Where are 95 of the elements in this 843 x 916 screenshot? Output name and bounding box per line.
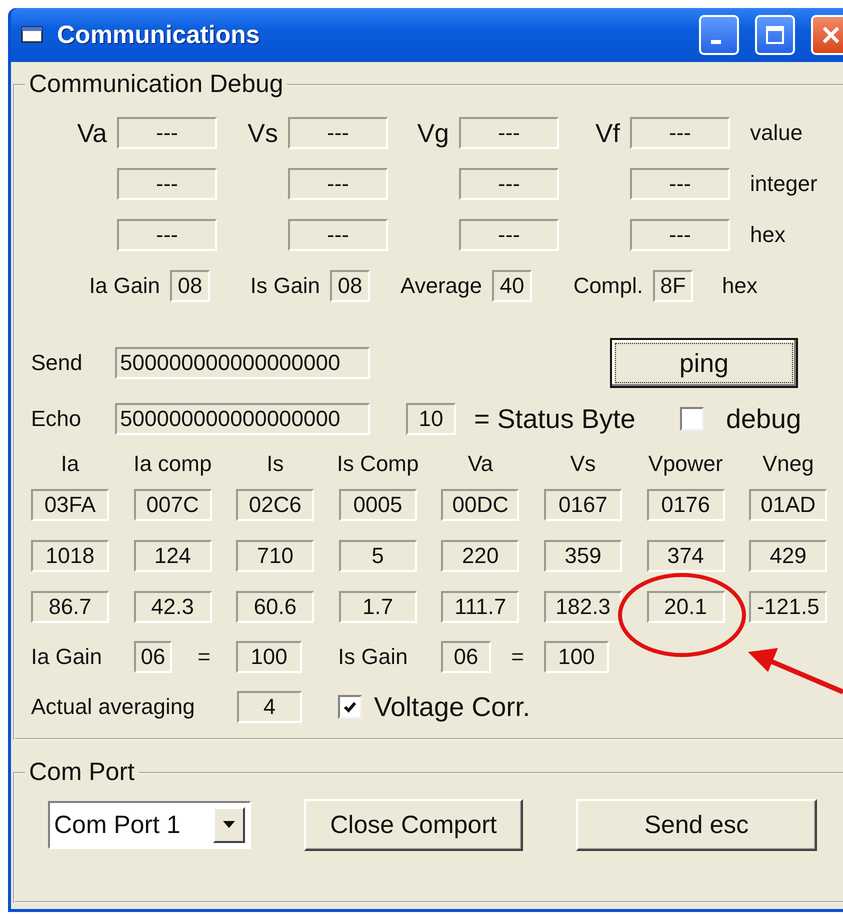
echo-field[interactable]: 500000000000000000: [115, 403, 370, 435]
table-cell: 03FA: [31, 489, 109, 521]
equals-sign: =: [511, 644, 524, 670]
table-cell: 1018: [31, 540, 109, 572]
table-cell: 124: [134, 540, 212, 572]
port-dropdown[interactable]: Com Port 1: [48, 801, 251, 849]
table-cell: 429: [749, 540, 828, 572]
echo-label: Echo: [31, 406, 82, 432]
column-header: Va: [468, 451, 494, 477]
table-cell: 02C6: [236, 489, 314, 521]
setting-label: Is Gain: [249, 273, 321, 299]
table-cell: 007C: [134, 489, 212, 521]
setting-field: 8F: [653, 270, 693, 302]
setting-field: 08: [170, 270, 210, 302]
readout-field: ---: [288, 219, 388, 251]
readout-field: ---: [288, 168, 388, 200]
action-button[interactable]: Send esc: [576, 799, 817, 851]
averaging-field: 4: [237, 691, 302, 723]
averaging-label: Actual averaging: [31, 694, 196, 720]
table-cell: 111.7: [441, 591, 520, 623]
voltage-label: Vg: [416, 118, 450, 148]
readout-field: ---: [459, 117, 559, 149]
table-cell: 00DC: [441, 489, 520, 521]
close-icon: [821, 25, 841, 45]
table-cell: 710: [236, 540, 314, 572]
action-button[interactable]: Close Comport: [304, 799, 523, 851]
table-cell: 182.3: [544, 591, 622, 623]
voltage-corr-label: Voltage Corr.: [373, 692, 532, 722]
window-icon: [21, 25, 45, 45]
checkbox[interactable]: [338, 695, 362, 719]
readout-field: ---: [459, 219, 559, 251]
setting-field: 08: [330, 270, 370, 302]
voltage-label: Vf: [594, 118, 621, 148]
maximize-button[interactable]: [755, 15, 795, 55]
gain-code-field: 06: [441, 641, 491, 673]
table-cell: 359: [544, 540, 622, 572]
readout-field: ---: [288, 117, 388, 149]
debug-label: debug: [725, 404, 802, 434]
column-header: Ia comp: [133, 451, 212, 477]
voltage-label: Vs: [246, 118, 279, 148]
table-cell: 42.3: [134, 591, 212, 623]
gain-value-field: 100: [236, 641, 302, 673]
gain-code-field: 06: [134, 641, 172, 673]
readout-field: ---: [117, 117, 217, 149]
column-header: Vpower: [648, 451, 723, 477]
minimize-button[interactable]: [699, 15, 739, 55]
readout-field: ---: [459, 168, 559, 200]
readout-field: ---: [117, 219, 217, 251]
gain-label: Ia Gain: [31, 644, 103, 670]
setting-label: Average: [399, 273, 483, 299]
table-cell: 374: [646, 540, 725, 572]
column-header: Is Comp: [336, 451, 419, 477]
status-field: 10: [406, 403, 456, 435]
voltage-label: Va: [76, 118, 108, 148]
column-header: Is: [266, 451, 284, 477]
checkbox[interactable]: [680, 407, 704, 431]
send-label: Send: [31, 350, 84, 376]
unit-label: value: [750, 120, 804, 146]
readout-field: ---: [630, 219, 730, 251]
setting-label: Compl.: [572, 273, 644, 299]
equals-sign: =: [198, 644, 210, 670]
close-button[interactable]: [811, 15, 843, 55]
setting-field: 40: [492, 270, 532, 302]
table-cell: 20.1: [646, 591, 725, 623]
table-cell: -121.5: [749, 591, 828, 623]
check-mark-icon: [343, 700, 357, 714]
table-cell: 60.6: [236, 591, 314, 623]
table-cell: 0005: [338, 489, 417, 521]
table-cell: 0167: [544, 489, 622, 521]
minimize-icon: [711, 40, 721, 44]
window-title: Communications: [57, 20, 261, 50]
status-label: = Status Byte: [474, 404, 636, 434]
ping-button[interactable]: ping: [610, 338, 798, 388]
group-title: Communication Debug: [28, 70, 284, 99]
table-cell: 1.7: [338, 591, 417, 623]
table-cell: 5: [338, 540, 417, 572]
unit-label: hex: [722, 273, 758, 299]
readout-field: ---: [630, 117, 730, 149]
column-header: Vs: [570, 451, 596, 477]
table-cell: 0176: [646, 489, 725, 521]
column-header: Ia: [60, 451, 80, 477]
table-cell: 220: [441, 540, 520, 572]
readout-field: ---: [117, 168, 217, 200]
maximize-icon: [765, 25, 785, 45]
gain-label: Is Gain: [338, 644, 409, 670]
unit-label: hex: [750, 222, 786, 248]
group-title: Com Port: [28, 758, 136, 787]
gain-value-field: 100: [544, 641, 609, 673]
send-field[interactable]: 500000000000000000: [115, 347, 370, 379]
table-cell: 01AD: [749, 489, 828, 521]
unit-label: integer: [750, 171, 818, 197]
column-header: Vneg: [762, 451, 814, 477]
readout-field: ---: [630, 168, 730, 200]
table-cell: 86.7: [31, 591, 109, 623]
setting-label: Ia Gain: [88, 273, 161, 299]
